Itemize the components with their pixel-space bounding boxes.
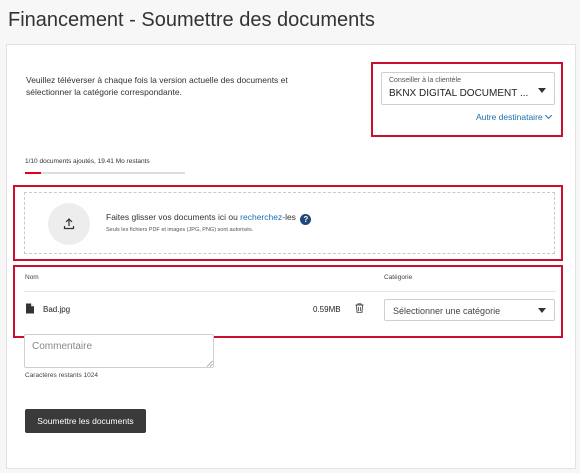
progress-text: 1/10 documents ajoutés, 19.41 Mo restant… [25, 158, 150, 165]
submit-documents-button[interactable]: Soumettre les documents [25, 409, 146, 433]
comment-field[interactable] [24, 334, 214, 368]
progress-bar [25, 172, 185, 174]
highlight-box-dropzone [13, 185, 563, 261]
highlight-box-file-row [13, 265, 563, 338]
remaining-characters: Caractères restants 1024 [25, 372, 98, 379]
progress-bar-fill [25, 172, 41, 174]
page-title: Financement - Soumettre des documents [8, 9, 375, 31]
highlight-box-advisor [371, 62, 563, 137]
intro-text: Veuillez téléverser à chaque fois la ver… [26, 75, 288, 97]
